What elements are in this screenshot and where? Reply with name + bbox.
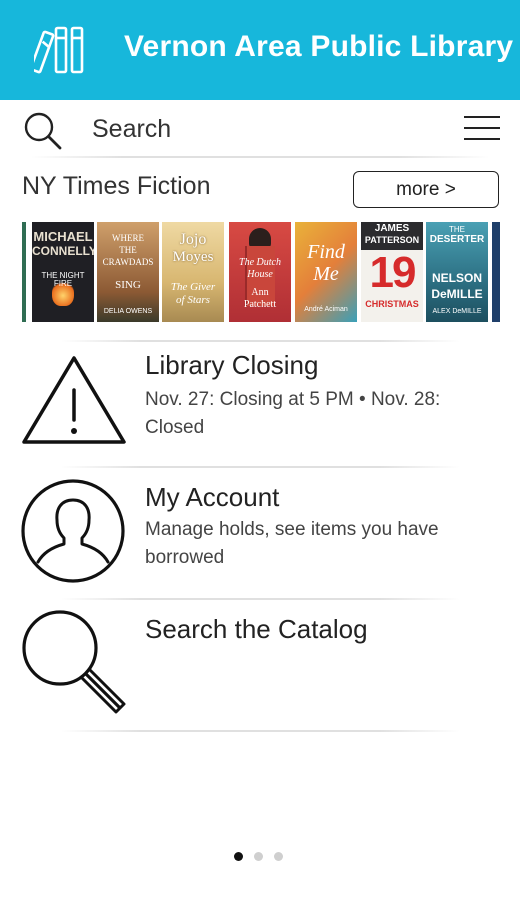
divider (60, 466, 460, 468)
book-title: Find (307, 241, 345, 263)
page-dot-active[interactable] (234, 852, 243, 861)
page-indicator (234, 852, 294, 864)
book-title: The Dutch (239, 257, 281, 268)
book-author: PATTERSON (364, 235, 420, 245)
feature-description: Nov. 27: Closing at 5 PM • Nov. 28: Clos… (145, 389, 441, 438)
page-dot[interactable] (254, 852, 263, 861)
book-cover[interactable]: Find Me André Aciman (295, 222, 357, 322)
divider (60, 598, 460, 600)
book-author: Jojo (179, 231, 207, 248)
divider (30, 156, 490, 158)
search-icon[interactable] (22, 110, 64, 152)
book-author: NELSON (431, 271, 482, 285)
app-header: Vernon Area Public Library (0, 0, 520, 100)
book-title: CRAWDADS (102, 257, 154, 267)
feature-search-catalog[interactable]: Search the Catalog (0, 602, 520, 730)
book-title: of Stars (176, 294, 210, 306)
book-cover[interactable] (492, 222, 500, 322)
book-author: MICHAEL (33, 229, 93, 244)
feature-library-closing[interactable]: Library Closing Nov. 27: Closing at 5 PM… (0, 344, 520, 466)
feature-title: Library Closing (145, 350, 319, 380)
feature-title: My Account (145, 482, 280, 512)
book-title: House (247, 269, 273, 280)
book-cover[interactable]: THE DESERTER NELSON DeMILLE ALEX DeMILLE (426, 222, 488, 322)
book-cover[interactable]: WHERE THE CRAWDADS SING DELIA OWENS (97, 222, 159, 322)
books-icon (34, 26, 84, 74)
search-bar (0, 100, 520, 158)
book-title: Me (313, 263, 339, 285)
book-author: Patchett (243, 299, 277, 310)
feature-title: Search the Catalog (145, 614, 368, 644)
book-title: WHERE (112, 233, 144, 243)
feature-my-account[interactable]: My Account Manage holds, see items you h… (0, 470, 520, 598)
magnifier-icon (22, 610, 126, 714)
book-cover[interactable]: MICHAEL CONNELLY THE NIGHT FIRE (32, 222, 94, 322)
book-author: Moyes (172, 249, 214, 265)
book-title: SING (115, 279, 141, 291)
book-title: 19 (369, 248, 417, 297)
book-title: DESERTER (429, 234, 485, 245)
hamburger-menu-icon[interactable] (464, 114, 500, 142)
book-carousel[interactable]: MICHAEL CONNELLY THE NIGHT FIRE WHERE TH… (22, 222, 500, 322)
search-input[interactable] (90, 108, 440, 150)
book-cover[interactable]: JAMES PATTERSON 19 CHRISTMAS (361, 222, 423, 322)
book-title: THE (119, 245, 137, 255)
warning-icon (22, 356, 126, 444)
book-author: Ann (251, 287, 269, 298)
book-author: ALEX DeMILLE (432, 308, 482, 315)
user-icon (21, 479, 125, 583)
book-author: JAMES (374, 223, 410, 234)
app-title: Vernon Area Public Library (124, 30, 514, 63)
divider (60, 340, 460, 342)
feature-description: Manage holds, see items you have borrowe… (145, 519, 439, 568)
more-button[interactable]: more > (353, 171, 499, 208)
book-title: CHRISTMAS (365, 299, 419, 309)
book-title: THE NIGHT FIRE (41, 271, 85, 289)
divider (60, 730, 460, 732)
book-cover[interactable]: Jojo Moyes The Giver of Stars (162, 222, 224, 322)
book-author: CONNELLY (32, 244, 94, 258)
book-cover[interactable]: The Dutch House Ann Patchett (229, 222, 291, 322)
book-author: DeMILLE (431, 287, 483, 301)
book-cover[interactable] (22, 222, 26, 322)
page-dot[interactable] (274, 852, 283, 861)
book-author: DELIA OWENS (103, 308, 153, 315)
book-author: André Aciman (304, 306, 348, 313)
section-title: NY Times Fiction (22, 172, 211, 200)
book-title: The Giver (170, 281, 216, 293)
